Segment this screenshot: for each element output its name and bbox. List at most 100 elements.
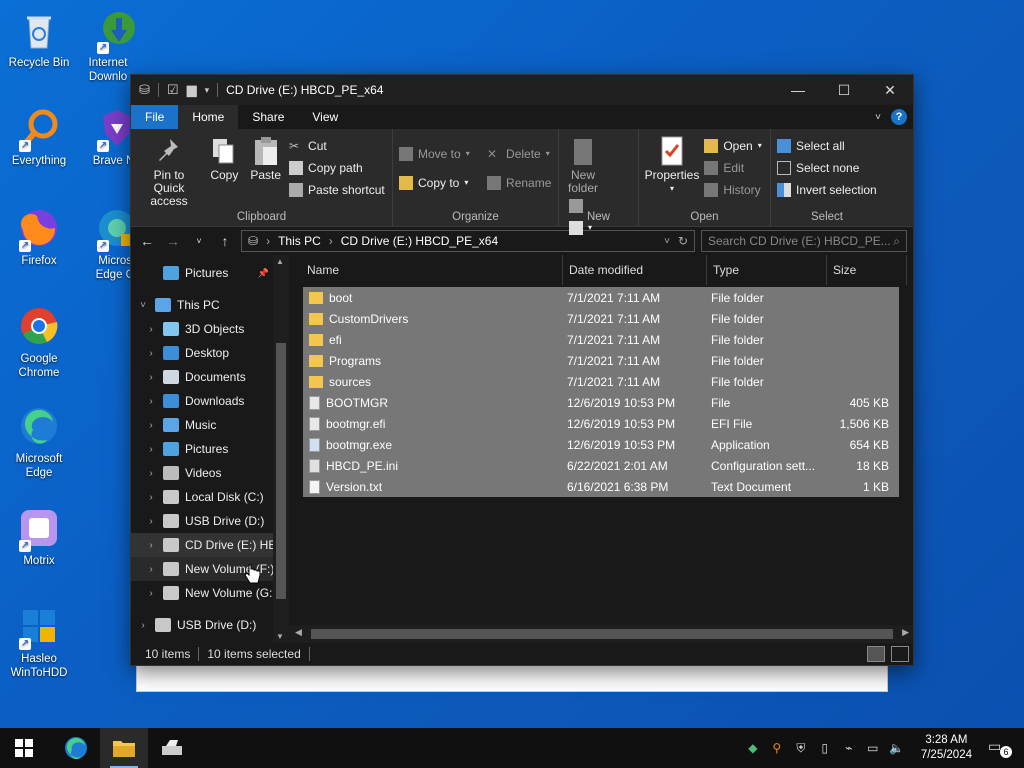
paste-button[interactable]: Paste — [248, 135, 284, 182]
everything-tray-icon[interactable]: ⚲ — [769, 740, 785, 756]
nav-item[interactable]: › Desktop — [131, 341, 289, 365]
customize-quick-access-icon[interactable]: ▾ — [205, 85, 210, 96]
close-button[interactable]: ✕ — [867, 75, 913, 105]
new-folder-quick-icon[interactable]: ▆ — [187, 82, 197, 98]
open-button[interactable]: Open ▾ — [704, 137, 762, 154]
invert-selection-button[interactable]: Invert selection — [777, 181, 877, 198]
recent-locations-button[interactable]: ˅ — [189, 236, 209, 246]
expand-chevron-icon[interactable]: › — [145, 348, 157, 359]
file-list-pane[interactable]: Name Date modified Type Size boot 7/1/202… — [289, 255, 913, 643]
navigation-pane[interactable]: Pictures 📌 ˅ This PC › 3D Objects › Desktop › Doc… — [131, 255, 289, 643]
start-button[interactable] — [0, 728, 48, 768]
column-size[interactable]: Size — [827, 255, 907, 285]
minimize-button[interactable]: — — [775, 75, 821, 105]
file-row[interactable]: Programs 7/1/2021 7:11 AM File folder — [303, 350, 899, 371]
expand-chevron-icon[interactable]: › — [145, 588, 157, 599]
bluetooth-icon[interactable]: ⌁ — [841, 740, 857, 756]
address-bar[interactable]: ⛁ › This PC › CD Drive (E:) HBCD_PE_x64 … — [241, 230, 695, 252]
edit-button[interactable]: Edit — [704, 159, 761, 176]
desktop-icon-recycle-bin[interactable]: Recycle Bin — [2, 8, 76, 70]
breadcrumb-this-pc[interactable]: This PC — [278, 234, 321, 248]
maximize-button[interactable]: ☐ — [821, 75, 867, 105]
file-row[interactable]: bootmgr.exe 12/6/2019 10:53 PM Application… — [303, 434, 899, 455]
desktop-icon-edge[interactable]: Microsoft Edge — [2, 404, 76, 480]
expand-chevron-icon[interactable]: › — [145, 396, 157, 407]
nav-item[interactable]: › Documents — [131, 365, 289, 389]
up-button[interactable]: ↑ — [215, 233, 235, 249]
pin-to-quick-access-button[interactable]: Pin to Quick access — [137, 135, 201, 208]
nav-item[interactable]: › 3D Objects — [131, 317, 289, 341]
details-view-button[interactable] — [867, 646, 885, 662]
tab-view[interactable]: View — [298, 105, 352, 129]
nav-item[interactable]: › Pictures — [131, 437, 289, 461]
network-adapter-icon[interactable]: ◆ — [745, 740, 761, 756]
tab-file[interactable]: File — [131, 105, 179, 129]
expand-chevron-icon[interactable]: › — [145, 492, 157, 503]
desktop-icon-wintohdd[interactable]: ↗ Hasleo WinToHDD — [2, 604, 76, 680]
file-row[interactable]: efi 7/1/2021 7:11 AM File folder — [303, 329, 899, 350]
collapse-ribbon-icon[interactable]: ˅ — [875, 112, 881, 123]
select-all-button[interactable]: Select all — [777, 137, 877, 154]
file-row[interactable]: boot 7/1/2021 7:11 AM File folder — [303, 287, 899, 308]
properties-quick-icon[interactable]: ☑ — [167, 82, 179, 98]
expand-chevron-icon[interactable]: › — [145, 540, 157, 551]
delete-button[interactable]: ✕ Delete ▾ — [487, 145, 551, 162]
nav-item[interactable]: › USB Drive (D:) — [131, 613, 289, 637]
nav-item[interactable]: › USB Drive (D:) — [131, 509, 289, 533]
expand-chevron-icon[interactable]: › — [145, 564, 157, 575]
nav-item[interactable]: › Local Disk (C:) — [131, 485, 289, 509]
clock[interactable]: 3:28 AM 7/25/2024 — [913, 733, 980, 763]
tab-home[interactable]: Home — [178, 105, 239, 129]
taskbar-file-explorer[interactable] — [100, 728, 148, 768]
back-button[interactable]: ← — [137, 233, 157, 249]
properties-button[interactable]: Properties ▾ — [645, 135, 699, 195]
paste-shortcut-button[interactable]: Paste shortcut — [289, 181, 385, 198]
desktop-icon-motrix[interactable]: ↗ Motrix — [2, 506, 76, 568]
move-to-button[interactable]: Move to ▾ — [399, 145, 470, 162]
shield-icon[interactable]: ⛨ — [793, 740, 809, 756]
column-type[interactable]: Type — [707, 255, 827, 285]
expand-chevron-icon[interactable]: ˅ — [137, 300, 149, 311]
file-row[interactable]: HBCD_PE.ini 6/22/2021 2:01 AM Configuratio… — [303, 455, 899, 476]
breadcrumb-cd-drive[interactable]: CD Drive (E:) HBCD_PE_x64 — [341, 234, 498, 248]
desktop-icon-firefox[interactable]: ↗ Firefox — [2, 206, 76, 268]
copy-path-button[interactable]: Copy path — [289, 159, 385, 176]
usb-icon[interactable]: ▯ — [817, 740, 833, 756]
nav-item[interactable]: › Downloads — [131, 389, 289, 413]
title-bar[interactable]: ⛁ ☑ ▆ ▾ CD Drive (E:) HBCD_PE_x64 — ☐ ✕ — [131, 75, 913, 105]
forward-button[interactable]: → — [163, 233, 183, 249]
nav-item[interactable]: ˅ This PC — [131, 293, 289, 317]
cut-button[interactable]: ✂ Cut — [289, 137, 385, 154]
column-date-modified[interactable]: Date modified — [563, 255, 707, 285]
address-dropdown-icon[interactable]: ˅ — [664, 236, 670, 247]
horizontal-scrollbar[interactable]: ◀ ▶ — [289, 625, 913, 643]
nav-scrollbar[interactable]: ▲ ▼ — [273, 255, 289, 643]
column-name[interactable]: Name — [289, 255, 563, 285]
copy-button[interactable]: Copy — [206, 135, 242, 182]
file-row[interactable]: sources 7/1/2021 7:11 AM File folder — [303, 371, 899, 392]
expand-chevron-icon[interactable]: › — [145, 324, 157, 335]
desktop-icon-idm[interactable]: ↗ Internet Downlo — [80, 8, 154, 84]
expand-chevron-icon[interactable]: › — [145, 420, 157, 431]
large-icons-view-button[interactable] — [891, 646, 909, 662]
new-folder-button[interactable]: New folder — [565, 135, 601, 195]
taskbar-disk-app[interactable] — [148, 728, 196, 768]
expand-chevron-icon[interactable]: › — [145, 372, 157, 383]
nav-item[interactable]: › New Volume (G: — [131, 581, 289, 605]
file-row[interactable]: bootmgr.efi 12/6/2019 10:53 PM EFI File 1,5… — [303, 413, 899, 434]
expand-chevron-icon[interactable]: › — [145, 468, 157, 479]
refresh-icon[interactable]: ↻ — [678, 234, 688, 248]
network-icon[interactable]: ▭ — [865, 740, 881, 756]
nav-item[interactable]: › Music — [131, 413, 289, 437]
nav-item[interactable]: › CD Drive (E:) HB — [131, 533, 289, 557]
background-window[interactable] — [136, 664, 888, 692]
taskbar-edge[interactable] — [52, 728, 100, 768]
nav-item[interactable]: › New Volume (F:) — [131, 557, 289, 581]
horizontal-scrollbar-thumb[interactable] — [311, 629, 893, 639]
nav-item[interactable]: Pictures 📌 — [131, 261, 289, 285]
copy-to-button[interactable]: Copy to ▾ — [399, 174, 470, 191]
tab-share[interactable]: Share — [238, 105, 298, 129]
search-input[interactable]: Search CD Drive (E:) HBCD_PE... ⌕ — [701, 230, 907, 252]
file-row[interactable]: CustomDrivers 7/1/2021 7:11 AM File folder — [303, 308, 899, 329]
expand-chevron-icon[interactable]: › — [137, 620, 149, 631]
